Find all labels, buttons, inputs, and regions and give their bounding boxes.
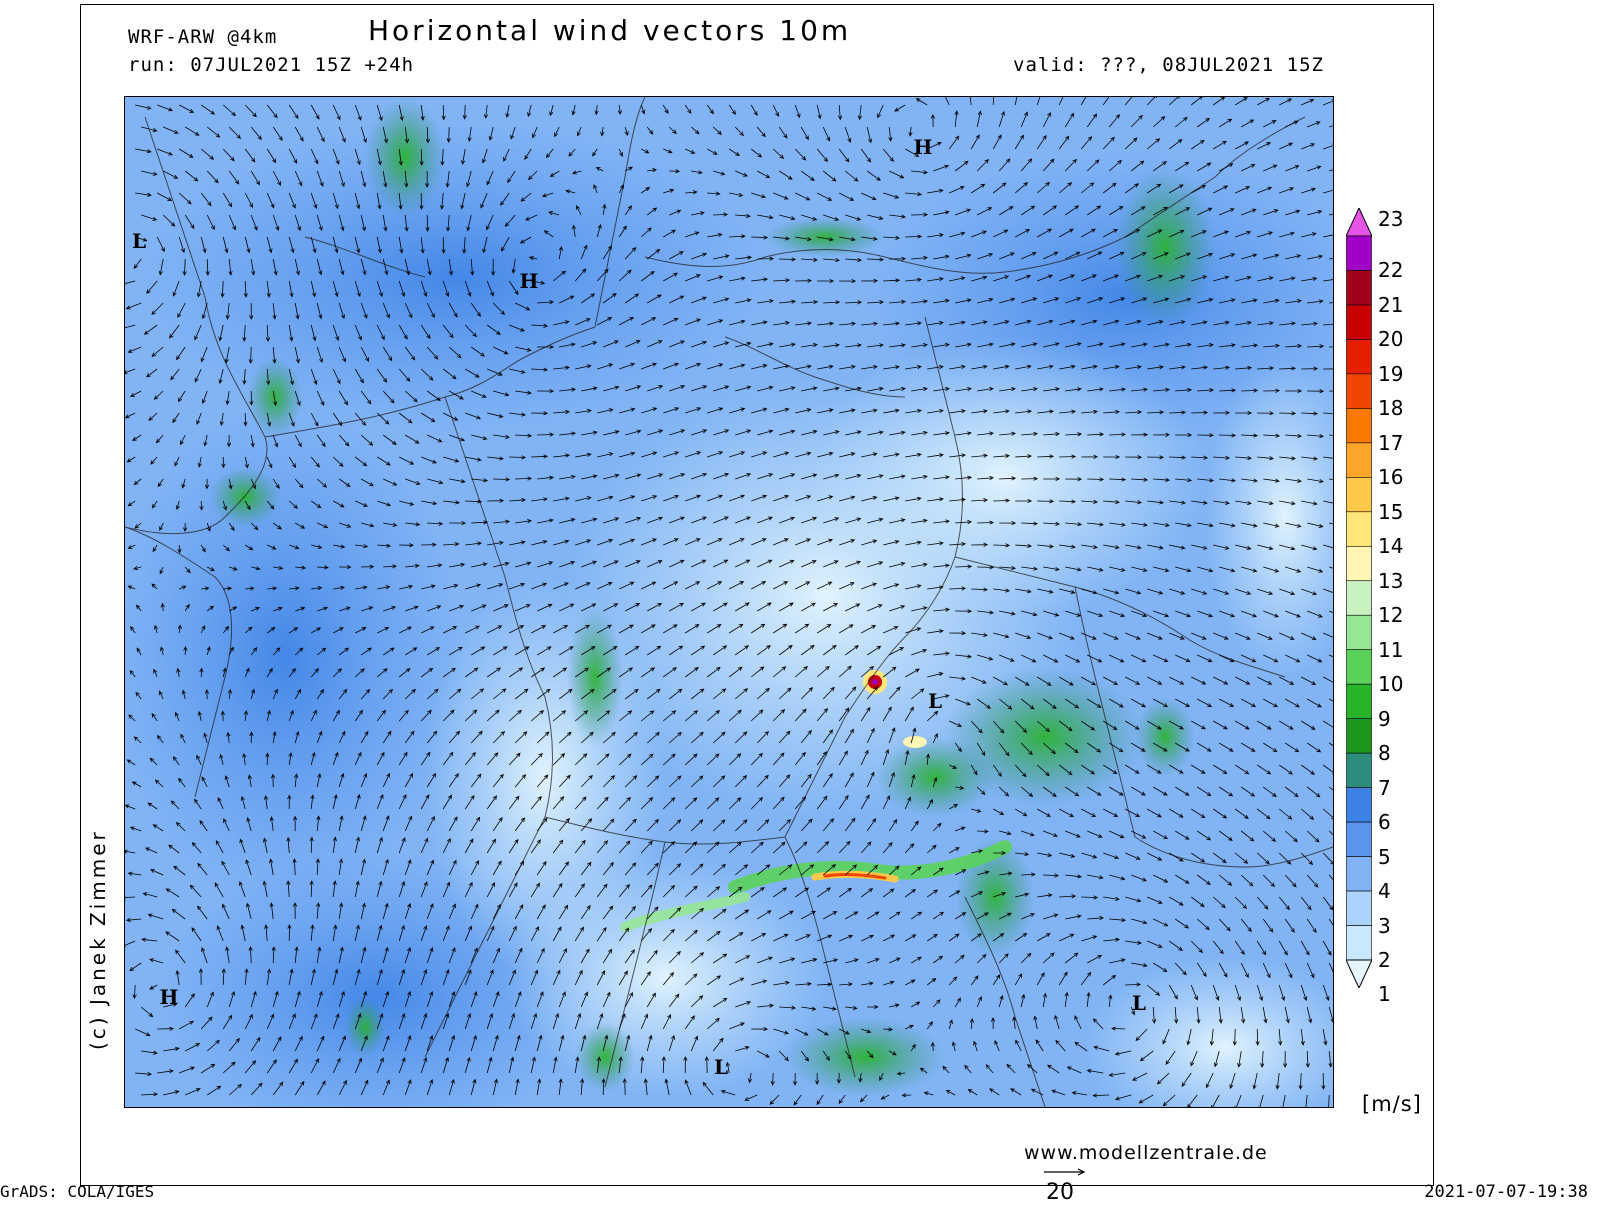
colorbar-segment <box>1346 787 1372 823</box>
colorbar-segment <box>1346 890 1372 926</box>
colorbar-segment <box>1346 821 1372 857</box>
colorbar-tick-label: 10 <box>1378 672 1404 697</box>
colorbar-segment <box>1346 959 1372 988</box>
colorbar-tick-label: 3 <box>1378 913 1391 938</box>
colorbar-segment <box>1346 683 1372 719</box>
colorbar-segment <box>1346 649 1372 685</box>
pressure-center-high: H <box>519 269 539 293</box>
colorbar-segment <box>1346 304 1372 340</box>
colorbar-segment <box>1346 442 1372 478</box>
colorbar-tick-label: 1 <box>1378 982 1391 1007</box>
colorbar-segment <box>1346 614 1372 651</box>
colorbar-segment <box>1346 856 1372 892</box>
colorbar-tick-label: 2 <box>1378 948 1391 972</box>
pressure-center-low: L <box>927 689 943 713</box>
colorbar-segment <box>1346 718 1372 754</box>
colorbar-segment <box>1346 235 1372 271</box>
pressure-center-low: L <box>1131 991 1147 1015</box>
colorbar-segment <box>1346 545 1372 582</box>
colorbar-segment <box>1346 925 1372 961</box>
colorbar-tick-label: 15 <box>1378 499 1404 524</box>
colorbar-tick-label: 23 <box>1378 206 1404 231</box>
copyright-label: (c) Janek Zimmer <box>86 829 110 1050</box>
colorbar-segment <box>1346 511 1372 547</box>
wind-map[interactable]: H H H L L L L <box>124 96 1334 1108</box>
page-title: Horizontal wind vectors 10m <box>368 14 852 47</box>
pressure-center-low: L <box>713 1055 729 1079</box>
run-label: run: 07JUL2021 15Z +24h <box>128 54 415 76</box>
colorbar-tick-label: 4 <box>1378 879 1391 904</box>
colorbar-tick-label: 7 <box>1378 775 1391 800</box>
model-label: WRF-ARW @4km <box>128 26 278 48</box>
colorbar-tick-label: 16 <box>1378 465 1404 490</box>
colorbar-segment <box>1346 373 1372 409</box>
colorbar-tick-label: 5 <box>1378 844 1391 869</box>
software-credit: GrADS: COLA/IGES <box>0 1182 155 1201</box>
colorbar-tick-label: 12 <box>1378 603 1404 628</box>
colorbar-segment <box>1346 339 1372 375</box>
colorbar-tick-label: 9 <box>1378 706 1391 731</box>
colorbar-segment <box>1346 208 1372 237</box>
pressure-center-high: H <box>159 985 179 1009</box>
pressure-center-high: H <box>913 135 933 159</box>
colorbar-segment <box>1346 752 1372 788</box>
render-timestamp: 2021-07-07-19:38 <box>1424 1182 1588 1202</box>
colorbar-tick-label: 20 <box>1378 327 1404 352</box>
colorbar-tick-label: 21 <box>1378 292 1404 317</box>
colorbar-tick-label: 11 <box>1378 637 1404 662</box>
wind-map-canvas <box>125 97 1333 1107</box>
pressure-center-low: L <box>131 229 147 253</box>
colorbar-tick-label: 13 <box>1378 568 1404 593</box>
valid-time-label: valid: ???, 08JUL2021 15Z <box>1013 54 1324 76</box>
colorbar-segment <box>1346 408 1372 444</box>
units-label: [m/s] <box>1362 1092 1422 1116</box>
wind-speed-colorbar <box>1346 208 1372 988</box>
reference-vector-label: 20 <box>1046 1180 1074 1205</box>
colorbar-segment <box>1346 580 1372 616</box>
colorbar-tick-label: 6 <box>1378 810 1391 835</box>
colorbar-tick-label: 19 <box>1378 361 1404 386</box>
colorbar-tick-label: 18 <box>1378 396 1404 421</box>
colorbar-tick-label: 17 <box>1378 430 1404 455</box>
colorbar-segment <box>1346 477 1372 513</box>
website-label[interactable]: www.modellzentrale.de <box>1024 1142 1268 1164</box>
colorbar-segment <box>1346 270 1372 306</box>
colorbar-tick-label: 8 <box>1378 741 1391 766</box>
colorbar-tick-label: 22 <box>1378 258 1404 283</box>
colorbar-tick-label: 14 <box>1378 534 1404 559</box>
